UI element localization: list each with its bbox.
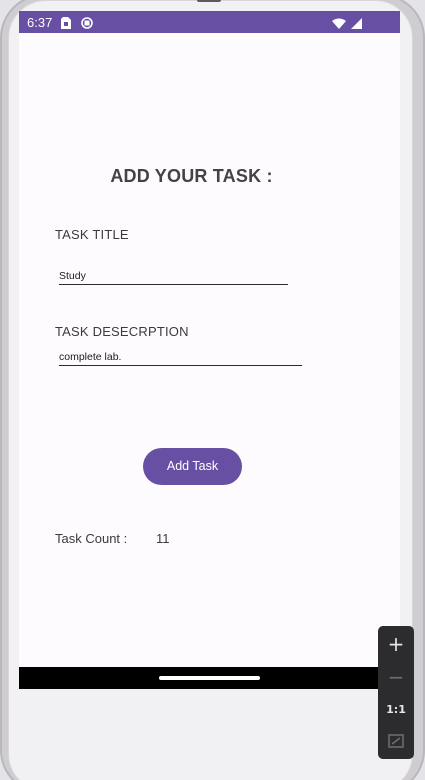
status-time: 6:37 [27, 15, 53, 30]
task-description-field[interactable] [59, 347, 302, 366]
status-bar: 6:37 [19, 11, 400, 33]
add-task-button[interactable]: Add Task [143, 448, 242, 485]
emulator-zoom-toolbar: + − 1:1 [378, 626, 414, 759]
task-title-input[interactable] [59, 268, 288, 285]
task-title-label: TASK TITLE [55, 227, 129, 242]
fit-screen-button[interactable] [378, 726, 414, 756]
navigation-bar [19, 667, 400, 689]
home-gesture-handle[interactable] [159, 676, 260, 680]
zoom-in-button[interactable]: + [378, 629, 414, 659]
page-title: ADD YOUR TASK : [110, 166, 273, 186]
notification-icon [81, 16, 93, 34]
task-description-label: TASK DESECRPTION [55, 324, 189, 339]
wifi-icon [332, 16, 346, 34]
app-screen: 6:37 ADD YOUR TASK : TASK TITLE TASK DES… [19, 11, 400, 689]
sim-card-icon [61, 16, 71, 34]
zoom-reset-button[interactable]: 1:1 [378, 695, 414, 725]
fit-screen-icon [388, 733, 404, 752]
task-title-field[interactable] [59, 266, 288, 285]
zoom-out-button[interactable]: − [378, 662, 414, 692]
device-top-speaker [197, 0, 221, 2]
task-count-label: Task Count : [55, 531, 128, 546]
task-count-value: 11 [156, 531, 170, 546]
cell-signal-icon [351, 16, 362, 34]
task-description-input[interactable] [59, 349, 302, 366]
